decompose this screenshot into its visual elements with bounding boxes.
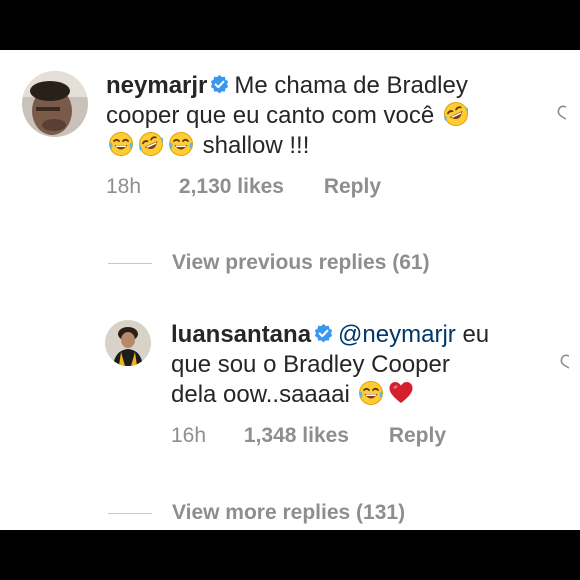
rofl-emoji-icon bbox=[443, 101, 469, 127]
verified-badge-icon bbox=[313, 323, 334, 344]
joy-emoji-icon bbox=[168, 131, 194, 157]
thread-line bbox=[108, 512, 152, 514]
timestamp[interactable]: 16h bbox=[171, 424, 206, 448]
joy-emoji-icon bbox=[358, 380, 384, 406]
avatar[interactable] bbox=[105, 320, 151, 366]
mention-link[interactable]: @neymarjr bbox=[338, 321, 456, 348]
comments-panel: neymarjr Me chama de Bradley cooper que e… bbox=[0, 50, 580, 530]
likes-count[interactable]: 1,348 likes bbox=[244, 424, 349, 448]
avatar-neymarjr-image bbox=[22, 71, 88, 137]
avatar[interactable] bbox=[22, 71, 88, 137]
likes-count[interactable]: 2,130 likes bbox=[179, 175, 284, 199]
reply-body: luansantana @neymarjr eu que sou o Bradle… bbox=[171, 320, 531, 448]
comment-line3: shallow !!! bbox=[202, 132, 310, 159]
reply-text: luansantana @neymarjr eu que sou o Bradle… bbox=[171, 320, 531, 410]
view-previous-replies-label: View previous replies (61) bbox=[172, 251, 430, 274]
reply-line3: dela oow..saaaai bbox=[171, 381, 350, 408]
comment-body: neymarjr Me chama de Bradley cooper que e… bbox=[106, 71, 546, 199]
reply-button[interactable]: Reply bbox=[324, 175, 381, 199]
reply-line2: que sou o Bradley Cooper bbox=[171, 351, 450, 378]
comment-meta: 18h 2,130 likes Reply bbox=[106, 175, 546, 199]
username[interactable]: neymarjr bbox=[106, 72, 207, 99]
view-previous-replies-button[interactable]: View previous replies (61) bbox=[108, 248, 430, 278]
red-heart-emoji-icon bbox=[388, 380, 414, 406]
comment-text: neymarjr Me chama de Bradley cooper que e… bbox=[106, 71, 546, 161]
reply-button[interactable]: Reply bbox=[389, 424, 446, 448]
comment-line1: Me chama de Bradley bbox=[234, 72, 468, 99]
timestamp[interactable]: 18h bbox=[106, 175, 141, 199]
thread-line bbox=[108, 262, 152, 264]
comment-line2: cooper que eu canto com você bbox=[106, 102, 435, 129]
heart-outline-icon[interactable] bbox=[552, 101, 566, 121]
view-more-replies-button[interactable]: View more replies (131) bbox=[108, 498, 405, 528]
verified-badge-icon bbox=[209, 74, 230, 95]
username[interactable]: luansantana bbox=[171, 321, 311, 348]
reply-line1-tail: eu bbox=[462, 321, 490, 348]
avatar-luansantana-image bbox=[105, 320, 151, 366]
view-more-replies-label: View more replies (131) bbox=[172, 501, 406, 524]
rofl-emoji-icon bbox=[138, 131, 164, 157]
heart-outline-icon[interactable] bbox=[555, 350, 569, 370]
joy-emoji-icon bbox=[108, 131, 134, 157]
reply-meta: 16h 1,348 likes Reply bbox=[171, 424, 531, 448]
